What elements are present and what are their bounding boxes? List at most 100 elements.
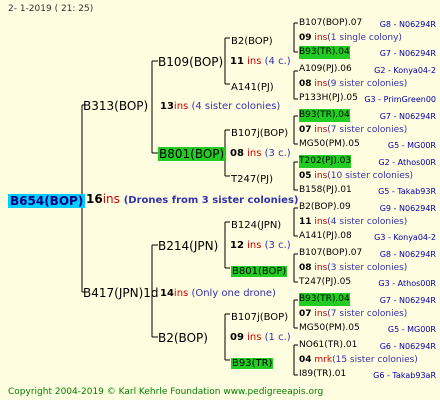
gen4-7-mother-codes: G5 - MG00R <box>387 325 436 334</box>
gen2-2-ins: ins <box>247 148 262 159</box>
gen1-lower-info: 14ins (Only one drone) <box>160 287 276 300</box>
gen4-4-info: 05 ins(10 sister colonies) <box>299 170 413 183</box>
gen4-2-mother-codes: G3 - PrimGreen00 <box>364 95 436 104</box>
gen3-3-label[interactable]: B107j(BOP) <box>231 128 288 139</box>
gen2-1-desc: (4 c.) <box>264 56 291 67</box>
copyright-footer[interactable]: Copyright 2004-2019 © Karl Kehrle Founda… <box>8 386 323 399</box>
gen2-4-desc: (1 c.) <box>264 332 291 343</box>
gen4-2-count: 08 <box>299 79 312 89</box>
gen2-4-label[interactable]: B2(BOP) <box>158 331 208 345</box>
gen4-3-father-codes: G7 - N06294R <box>379 112 436 121</box>
gen3-node-8[interactable]: B93(TR) <box>231 354 274 370</box>
gen1-upper-label[interactable]: B313(BOP) <box>83 99 148 113</box>
gen2-4-count: 09 <box>230 332 244 343</box>
gen4-1-info: 09 ins(1 single colony) <box>299 32 402 45</box>
gen1-node-lower[interactable]: B417(JPN)1d <box>83 285 159 300</box>
gen1-upper-ins: ins <box>173 101 189 112</box>
gen3-5-label[interactable]: B124(JPN) <box>231 220 281 231</box>
gen3-node-2[interactable]: A141(PJ) <box>231 78 274 94</box>
gen4-8-mother-codes: G6 - Takab93aR <box>373 371 436 380</box>
gen4-1-ins: ins <box>311 33 328 43</box>
gen4-8-ins: mrk <box>311 355 333 365</box>
gen2-3-info: 12 ins (3 c.) <box>230 239 291 252</box>
gen2-2-desc: (3 c.) <box>264 148 291 159</box>
gen2-3-ins: ins <box>247 240 262 251</box>
gen3-6-label[interactable]: B801(BOP) <box>231 266 288 277</box>
gen3-8-label[interactable]: B93(TR) <box>231 358 274 369</box>
gen2-4-ins: ins <box>247 332 262 343</box>
gen2-3-desc: (3 c.) <box>264 240 291 251</box>
gen4-1-mother[interactable]: B93(TR).04 <box>299 46 350 59</box>
gen3-4-label[interactable]: T247(PJ) <box>231 174 273 185</box>
gen4-5-mother[interactable]: A141(PJ).08 <box>299 230 352 243</box>
gen4-5-desc: (4 sister colonies) <box>327 217 408 227</box>
timestamp-header: 2- 1-2019 ( 21: 25) <box>8 4 94 14</box>
gen4-2-father[interactable]: A109(PJ).06 <box>299 63 352 76</box>
gen4-3-mother[interactable]: MG50(PM).05 <box>299 138 360 151</box>
gen4-8-mother[interactable]: I89(TR).01 <box>299 368 346 381</box>
gen4-2-mother[interactable]: P133H(PJ).05 <box>299 92 358 105</box>
gen3-node-3[interactable]: B107j(BOP) <box>231 124 288 140</box>
gen2-1-info: 11 ins (4 c.) <box>230 55 291 68</box>
gen3-node-4[interactable]: T247(PJ) <box>231 170 273 186</box>
gen2-node-3[interactable]: B214(JPN) <box>158 238 218 253</box>
gen3-2-label[interactable]: A141(PJ) <box>231 82 274 93</box>
gen1-upper-desc: (4 sister colonies) <box>191 101 281 112</box>
gen4-6-father[interactable]: B107(BOP).07 <box>299 247 362 260</box>
gen4-6-mother-codes: G3 - Athos00R <box>378 279 436 288</box>
gen2-3-label[interactable]: B214(JPN) <box>158 239 218 253</box>
gen4-7-father-codes: G7 - N06294R <box>379 296 436 305</box>
root-desc: (Drones from 3 sister colonies) <box>123 195 299 206</box>
root-count: 16 <box>86 192 103 206</box>
gen4-5-mother-codes: G3 - Konya04-2 <box>374 233 436 242</box>
gen4-3-info: 07 ins(7 sister colonies) <box>299 124 407 137</box>
gen4-4-mother[interactable]: B158(PJ).01 <box>299 184 352 197</box>
gen4-3-ins: ins <box>311 125 328 135</box>
gen3-node-1[interactable]: B2(BOP) <box>231 32 273 48</box>
gen4-6-ins: ins <box>311 263 328 273</box>
gen4-3-father[interactable]: B93(TR).04 <box>299 109 350 122</box>
gen3-node-5[interactable]: B124(JPN) <box>231 216 281 232</box>
gen1-lower-count: 14 <box>160 288 174 299</box>
gen4-6-info: 08 ins(3 sister colonies) <box>299 262 407 275</box>
gen3-node-6[interactable]: B801(BOP) <box>231 262 288 278</box>
gen4-2-info: 08 ins(9 sister colonies) <box>299 78 407 91</box>
gen4-7-mother[interactable]: MG50(PM).05 <box>299 322 360 335</box>
gen2-1-label[interactable]: B109(BOP) <box>158 55 223 69</box>
gen4-1-count: 09 <box>299 33 312 43</box>
gen1-lower-label[interactable]: B417(JPN)1d <box>83 286 159 300</box>
gen4-2-father-codes: G2 - Konya04-2 <box>374 66 436 75</box>
gen2-node-2[interactable]: B801(BOP) <box>158 146 226 161</box>
gen4-5-father-codes: G9 - N06294R <box>379 204 436 213</box>
gen4-1-father-codes: G8 - N06294R <box>379 20 436 29</box>
gen4-5-count: 11 <box>299 217 312 227</box>
gen4-7-father[interactable]: B93(TR).04 <box>299 293 350 306</box>
gen2-2-label[interactable]: B801(BOP) <box>158 147 226 161</box>
gen4-8-father-codes: G6 - N06294R <box>379 342 436 351</box>
gen4-8-count: 04 <box>299 355 312 365</box>
gen4-5-ins: ins <box>311 217 328 227</box>
gen2-node-1[interactable]: B109(BOP) <box>158 54 223 69</box>
gen4-4-desc: (10 sister colonies) <box>327 171 414 181</box>
gen3-7-label[interactable]: B107j(BOP) <box>231 312 288 323</box>
root-label[interactable]: B654(BOP) <box>8 194 86 208</box>
gen4-5-father[interactable]: B2(BOP).09 <box>299 201 351 214</box>
gen4-6-desc: (3 sister colonies) <box>327 263 408 273</box>
gen1-node-upper[interactable]: B313(BOP) <box>83 98 148 113</box>
gen4-1-father[interactable]: B107(BOP).07 <box>299 17 362 30</box>
gen2-node-4[interactable]: B2(BOP) <box>158 330 208 345</box>
gen4-5-info: 11 ins(4 sister colonies) <box>299 216 407 229</box>
gen4-8-info: 04 mrk(15 sister colonies) <box>299 354 418 367</box>
gen4-6-mother[interactable]: T247(PJ).05 <box>299 276 351 289</box>
root-node[interactable]: B654(BOP) <box>8 193 86 208</box>
root-ins: ins <box>102 192 120 206</box>
gen1-upper-count: 13 <box>160 101 174 112</box>
gen4-4-father[interactable]: T202(PJ).03 <box>299 155 352 168</box>
gen4-8-father[interactable]: NO61(TR).01 <box>299 339 357 352</box>
gen4-4-mother-codes: G5 - Takab93R <box>378 187 436 196</box>
gen3-1-label[interactable]: B2(BOP) <box>231 36 273 47</box>
gen3-node-7[interactable]: B107j(BOP) <box>231 308 288 324</box>
gen1-lower-desc: (Only one drone) <box>191 288 276 299</box>
gen2-4-info: 09 ins (1 c.) <box>230 331 291 344</box>
gen2-1-ins: ins <box>247 56 262 67</box>
